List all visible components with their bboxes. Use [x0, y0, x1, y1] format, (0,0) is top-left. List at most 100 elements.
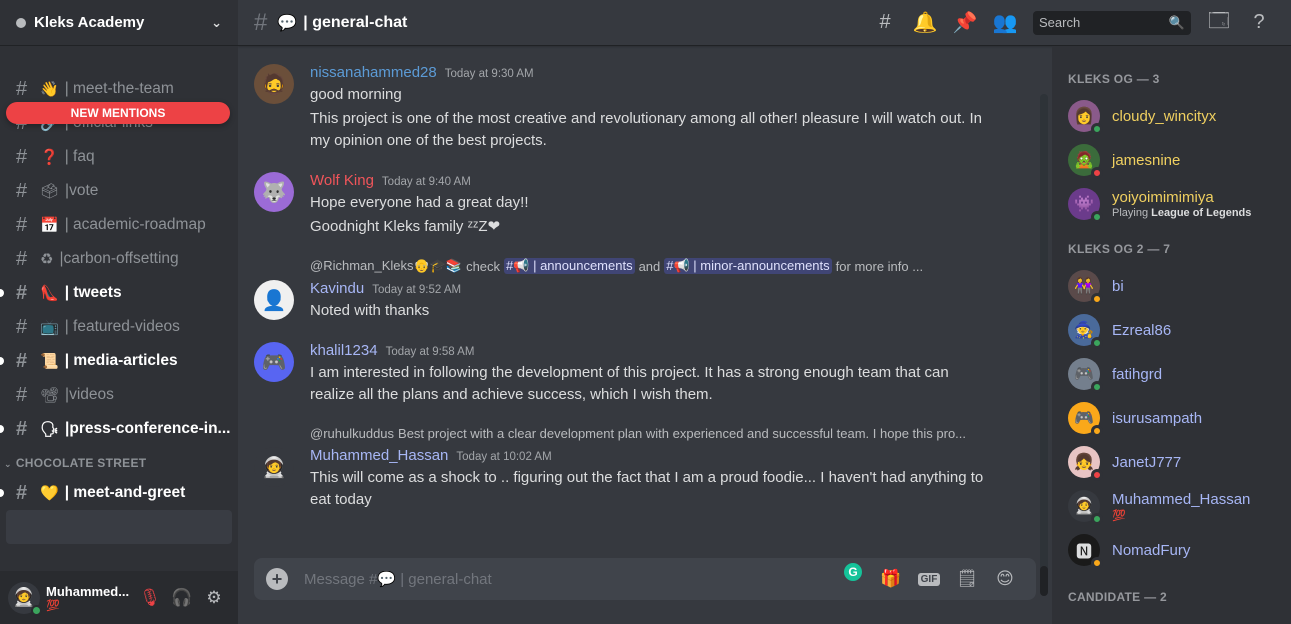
category-chocolate-street[interactable]: ⌄ CHOCOLATE STREET: [0, 446, 238, 476]
status-icon: [1091, 123, 1103, 135]
sidebar-item-media-articles[interactable]: # 📜 | media-articles: [0, 344, 238, 378]
message[interactable]: 🧑‍🚀 Muhammed_Hassan Today at 10:02 AM Th…: [254, 447, 992, 511]
scrollbar-track[interactable]: [1040, 94, 1048, 586]
avatar: 👧: [1068, 446, 1103, 481]
hash-icon: #: [16, 417, 28, 440]
member-item[interactable]: 👾 yoiyoimimimiya Playing League of Legen…: [1068, 182, 1283, 226]
avatar: 🧙: [1068, 314, 1103, 349]
pin-icon[interactable]: 📌: [945, 10, 985, 35]
scrollbar-thumb[interactable]: [1040, 566, 1048, 596]
channel-label: |videos: [65, 386, 114, 403]
reply-author[interactable]: @Richman_Kleks👴🎓📚: [310, 258, 462, 274]
channel-group: #👋| meet-the-team #🔗| official-links #❓|…: [0, 72, 238, 446]
channel-emoji: 📅: [40, 217, 59, 234]
new-mentions-banner-top[interactable]: NEW MENTIONS: [6, 102, 230, 124]
sidebar-item-meet-the-team[interactable]: # 👋 | meet-the-team: [0, 72, 238, 106]
sidebar-item-videos[interactable]: # 📽 |videos: [0, 378, 238, 412]
message-list: 🧔 nissanahammed28 Today at 9:30 AM good …: [238, 46, 1052, 558]
sidebar-item-carbon-offsetting[interactable]: # ♻ |carbon-offsetting: [0, 242, 238, 276]
member-name: bi: [1112, 277, 1124, 295]
sidebar-item-featured-videos[interactable]: # 📺 | featured-videos: [0, 310, 238, 344]
member-item[interactable]: 🧑‍🚀 Muhammed_Hassan 💯: [1068, 484, 1283, 528]
threads-icon[interactable]: #: [865, 11, 905, 34]
reply-preview[interactable]: @Richman_Kleks👴🎓📚 check #📢 | announcemen…: [310, 258, 992, 274]
channel-emoji: 📜: [40, 353, 59, 370]
message-header: khalil1234 Today at 9:58 AM: [310, 342, 992, 359]
channel-label: | tweets: [64, 284, 122, 301]
sidebar-item-vote[interactable]: # 🗳 |vote: [0, 174, 238, 208]
sidebar-item-meet-and-greet[interactable]: # 💛 | meet-and-greet: [0, 476, 238, 510]
message-timestamp: Today at 10:02 AM: [456, 451, 552, 463]
avatar[interactable]: 🧑‍🚀: [8, 581, 42, 616]
avatar[interactable]: 🧔: [254, 64, 294, 104]
message[interactable]: 🧔 nissanahammed28 Today at 9:30 AM good …: [254, 64, 992, 152]
channel-emoji: 💛: [40, 485, 59, 502]
sticker-icon[interactable]: 🗒: [948, 569, 986, 589]
guild-header[interactable]: Kleks Academy ⌄: [0, 0, 238, 46]
mute-mic-icon[interactable]: 🎙: [134, 582, 166, 614]
message-text: Noted with thanks: [310, 302, 430, 319]
member-item[interactable]: 👩 cloudy_wincityx: [1068, 94, 1283, 138]
settings-gear-icon[interactable]: ⚙: [198, 582, 230, 614]
message[interactable]: 🐺 Wolf King Today at 9:40 AM Hope everyo…: [254, 172, 992, 238]
add-attachment-button[interactable]: +: [266, 568, 288, 590]
emoji-icon[interactable]: 😊: [986, 569, 1024, 589]
members-icon[interactable]: 👥: [985, 10, 1025, 35]
avatar[interactable]: 🎮: [254, 342, 294, 382]
message-author[interactable]: Kavindu: [310, 280, 364, 297]
reply-preview[interactable]: @ruhulkuddus Best project with a clear d…: [310, 426, 992, 441]
avatar: 👭: [1068, 270, 1103, 305]
channel-mention[interactable]: #📢 | announcements: [504, 258, 635, 274]
chevron-down-icon[interactable]: ⌄: [211, 15, 222, 31]
message-author[interactable]: Muhammed_Hassan: [310, 447, 448, 464]
member-name: jamesnine: [1112, 151, 1181, 169]
channel-list: NEW MENTIONS #👋| meet-the-team #🔗| offic…: [0, 46, 238, 571]
gif-icon[interactable]: GIF: [910, 572, 948, 586]
guild-name: Kleks Academy: [34, 14, 145, 31]
member-name: NomadFury: [1112, 541, 1191, 559]
headphones-icon[interactable]: 🎧: [166, 582, 198, 614]
member-item[interactable]: 🧙 Ezreal86: [1068, 308, 1283, 352]
sidebar-item-press-conference[interactable]: # 🗣 |press-conference-in...: [0, 412, 238, 446]
gift-icon[interactable]: 🎁: [872, 569, 910, 589]
reply-author[interactable]: @ruhulkuddus: [310, 426, 394, 441]
user-panel: 🧑‍🚀 Muhammed... 💯 🎙 🎧 ⚙: [0, 571, 238, 624]
channel-label: |vote: [65, 182, 99, 199]
inbox-icon[interactable]: 🗔: [1199, 6, 1239, 40]
message-text: good morning: [310, 86, 402, 103]
sidebar-item-tweets[interactable]: # 👠 | tweets: [0, 276, 238, 310]
member-custom-status: 💯: [1112, 509, 1126, 522]
avatar[interactable]: 🧑‍🚀: [254, 447, 294, 487]
member-item[interactable]: 🧟 jamesnine: [1068, 138, 1283, 182]
message-author[interactable]: Wolf King: [310, 172, 374, 189]
member-item[interactable]: 🅽 NomadFury: [1068, 528, 1283, 572]
help-icon[interactable]: ?: [1239, 11, 1279, 34]
message-timestamp: Today at 9:52 AM: [372, 284, 462, 296]
avatar[interactable]: 🐺: [254, 172, 294, 212]
member-item[interactable]: 🎮 fatihgrd: [1068, 352, 1283, 396]
avatar: 🧑‍🚀: [1068, 490, 1103, 525]
message[interactable]: 🎮 khalil1234 Today at 9:58 AM I am inter…: [254, 342, 992, 406]
channel-mention[interactable]: #📢 | minor-announcements: [664, 258, 832, 274]
grammarly-icon[interactable]: G: [834, 563, 872, 581]
sidebar-item-academic-roadmap[interactable]: # 📅 | academic-roadmap: [0, 208, 238, 242]
status-icon: [1091, 211, 1103, 223]
member-item[interactable]: 🎮 isurusampath: [1068, 396, 1283, 440]
message-input[interactable]: [304, 570, 834, 588]
avatar: 🧟: [1068, 144, 1103, 179]
sidebar-item-faq[interactable]: # ❓ | faq: [0, 140, 238, 174]
message[interactable]: 👤 Kavindu Today at 9:52 AM Noted with th…: [254, 280, 992, 322]
message-author[interactable]: nissanahammed28: [310, 64, 437, 81]
message-composer: + G 🎁 GIF 🗒 😊: [254, 558, 1036, 600]
sidebar-item-selected[interactable]: [6, 510, 232, 544]
member-item[interactable]: 👧 JanetJ777: [1068, 440, 1283, 484]
reply-text: for more info ...: [835, 258, 924, 274]
avatar[interactable]: 👤: [254, 280, 294, 320]
channel-label: | featured-videos: [64, 318, 180, 335]
status-icon: [1091, 381, 1103, 393]
user-info[interactable]: Muhammed... 💯: [46, 584, 134, 612]
message-author[interactable]: khalil1234: [310, 342, 378, 359]
member-item[interactable]: 👭 bi: [1068, 264, 1283, 308]
search-input[interactable]: Search 🔍: [1033, 10, 1191, 35]
bell-icon[interactable]: 🔔: [905, 10, 945, 35]
